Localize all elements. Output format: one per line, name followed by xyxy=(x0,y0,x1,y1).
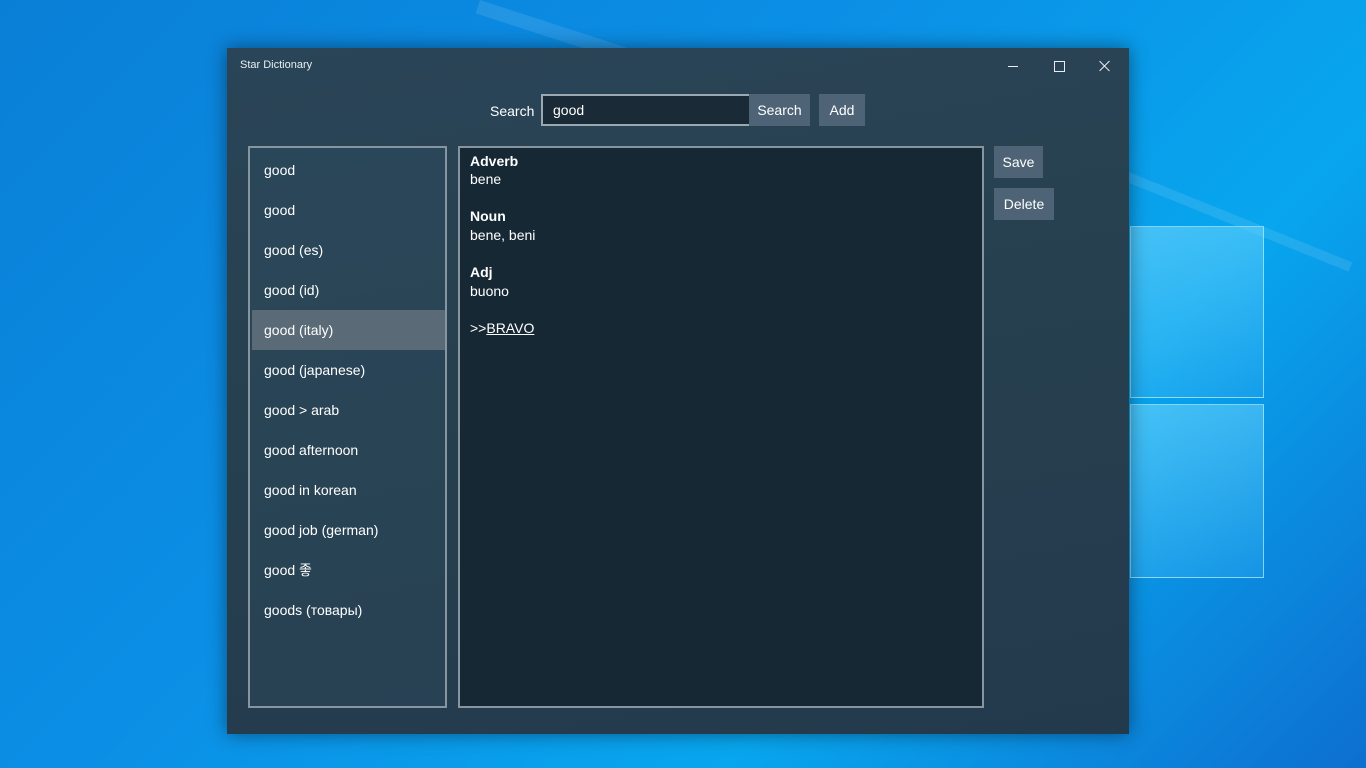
search-button[interactable]: Search xyxy=(749,94,810,126)
reference-prefix: >> xyxy=(470,320,487,336)
list-item[interactable]: good xyxy=(252,190,445,230)
part-of-speech-heading: Adj xyxy=(470,264,493,280)
search-label: Search xyxy=(490,103,535,119)
search-input[interactable] xyxy=(541,94,751,126)
list-item[interactable]: good (japanese) xyxy=(252,350,445,390)
definition-text: buono xyxy=(470,283,509,299)
reference-line: >>BRAVO xyxy=(470,320,534,336)
add-button[interactable]: Add xyxy=(819,94,865,126)
delete-button[interactable]: Delete xyxy=(994,188,1054,220)
close-icon xyxy=(1099,60,1111,72)
list-item[interactable]: good afternoon xyxy=(252,430,445,470)
part-of-speech-heading: Adverb xyxy=(470,153,519,169)
reference-link[interactable]: BRAVO xyxy=(486,320,534,336)
title-bar[interactable]: Star Dictionary xyxy=(227,48,1129,84)
definition-text: bene xyxy=(470,171,502,187)
word-list[interactable]: good good good (es) good (id) good (ital… xyxy=(248,146,447,708)
list-item[interactable]: good > arab xyxy=(252,390,445,430)
maximize-icon xyxy=(1053,60,1065,72)
minimize-icon xyxy=(1008,65,1018,67)
list-item[interactable]: good xyxy=(252,150,445,190)
save-button[interactable]: Save xyxy=(994,146,1043,178)
list-item[interactable]: good job (german) xyxy=(252,510,445,550)
window-title: Star Dictionary xyxy=(240,59,313,71)
minimize-button[interactable] xyxy=(990,48,1036,84)
wallpaper-window-pane xyxy=(1130,226,1264,398)
list-item[interactable]: goods (товары) xyxy=(252,590,445,630)
definition-panel[interactable]: Adverb bene Noun bene, beni Adj buono >>… xyxy=(458,146,984,708)
close-button[interactable] xyxy=(1082,48,1128,84)
maximize-button[interactable] xyxy=(1036,48,1082,84)
list-item[interactable]: good in korean xyxy=(252,470,445,510)
part-of-speech-heading: Noun xyxy=(470,208,506,224)
list-item[interactable]: good (es) xyxy=(252,230,445,270)
app-window: Star Dictionary Search Search Add good g… xyxy=(227,48,1129,734)
wallpaper-window-pane xyxy=(1130,404,1264,578)
list-item-selected[interactable]: good (italy) xyxy=(252,310,445,350)
list-item[interactable]: good 좋 xyxy=(252,550,445,590)
list-item[interactable]: good (id) xyxy=(252,270,445,310)
definition-text: bene, beni xyxy=(470,227,536,243)
